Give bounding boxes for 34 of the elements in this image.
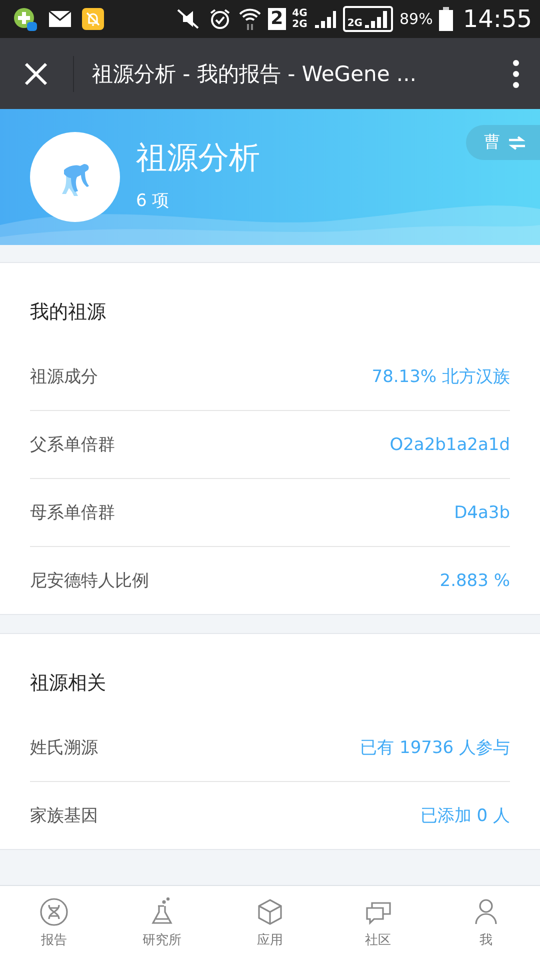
info-row[interactable]: 祖源成分 78.13% 北方汉族: [30, 343, 510, 411]
network-type-label: 2G: [292, 19, 308, 30]
report-title: 祖源分析: [136, 138, 260, 178]
section-title: 祖源相关: [30, 671, 107, 696]
alarm-icon: [208, 7, 232, 31]
info-row[interactable]: 母系单倍群 D4a3b: [30, 479, 510, 547]
network-type-label: 4G: [292, 8, 308, 19]
app-badge-icon: [12, 6, 38, 32]
wifi-icon: [238, 6, 262, 32]
info-row[interactable]: 尼安德特人比例 2.883 %: [30, 547, 510, 614]
signal-icon: [313, 8, 338, 30]
dna-icon: [39, 897, 69, 927]
cube-icon: [255, 897, 285, 927]
tab-bar-item[interactable]: 应用: [216, 886, 324, 960]
page-title: 祖源分析 - 我的报告 - WeGene ...: [92, 60, 418, 88]
info-row[interactable]: 父系单倍群 O2a2b1a2a1d: [30, 411, 510, 479]
info-row[interactable]: 姓氏溯源 已有 19736 人参与: [30, 714, 510, 782]
tab-bar-item[interactable]: 报告: [0, 886, 108, 960]
bell-muted-icon: [82, 8, 104, 30]
more-icon[interactable]: [512, 58, 520, 88]
sim-slot-label: 2: [268, 8, 286, 30]
battery-label: 89%: [399, 10, 433, 28]
mail-icon: [48, 10, 72, 28]
item-count: 6 项: [136, 190, 170, 212]
close-icon[interactable]: [23, 60, 49, 86]
tab-bar-item[interactable]: 研究所: [108, 886, 216, 960]
tab-bar-item[interactable]: 社区: [324, 886, 432, 960]
swap-arrows-icon: [508, 136, 526, 150]
tab-bar-item[interactable]: 我: [432, 886, 540, 960]
battery-icon: [438, 7, 453, 31]
clock: 14:55: [462, 5, 532, 33]
info-row[interactable]: 家族基因 已添加 0 人: [30, 782, 510, 849]
section-title: 我的祖源: [30, 300, 107, 325]
signal-indicator: 2G: [343, 6, 394, 32]
